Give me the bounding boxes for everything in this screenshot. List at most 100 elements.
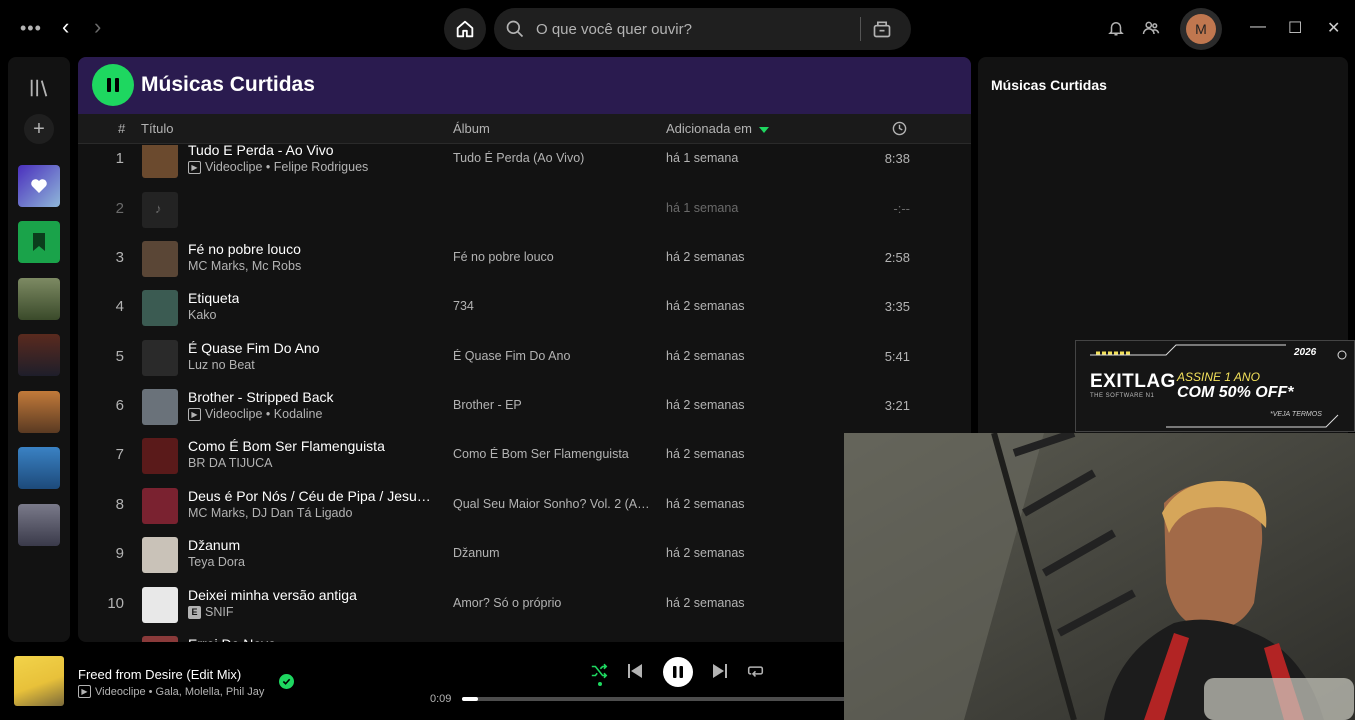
- library-item-playlist-brasil[interactable]: [18, 278, 60, 320]
- track-number: 6: [115, 397, 124, 414]
- pause-icon: [673, 666, 683, 678]
- track-artists-text[interactable]: SNIF: [205, 605, 233, 619]
- track-artists: Luz no Beat: [188, 358, 255, 372]
- create-playlist-button[interactable]: +: [24, 114, 54, 144]
- search-bar[interactable]: [494, 8, 911, 50]
- repeat-icon[interactable]: [747, 662, 764, 684]
- track-cover: [142, 537, 178, 573]
- table-row[interactable]: 3 Fé no pobre louco MC Marks, Mc Robs Fé no…: [78, 234, 971, 283]
- track-title[interactable]: É Quase Fim Do Ano: [188, 340, 320, 356]
- library-item-playlist-7[interactable]: [18, 504, 60, 546]
- col-album[interactable]: Álbum: [453, 121, 490, 136]
- profile-button[interactable]: M: [1180, 8, 1222, 50]
- home-button[interactable]: [444, 8, 486, 50]
- friends-activity-icon[interactable]: [1142, 19, 1160, 42]
- track-album[interactable]: Qual Seu Maior Sonho? Vol. 2 (Ao Vivo): [453, 497, 651, 511]
- videoclip-icon: ▶: [188, 407, 201, 421]
- next-icon[interactable]: [712, 662, 728, 685]
- track-added-date: há 2 semanas: [666, 299, 745, 313]
- saved-check-icon[interactable]: [279, 674, 294, 689]
- menu-dots-icon[interactable]: •••: [20, 18, 42, 39]
- minimize-button[interactable]: —: [1250, 18, 1266, 36]
- track-artists-text[interactable]: Videoclipe • Felipe Rodrigues: [205, 160, 368, 174]
- table-row[interactable]: 4 Etiqueta Kako 734 há 2 semanas 3:35: [78, 283, 971, 332]
- bell-icon[interactable]: [1107, 19, 1125, 42]
- track-added-date: há 2 semanas: [666, 250, 745, 264]
- track-album[interactable]: Tudo É Perda (Ao Vivo): [453, 151, 584, 165]
- track-list: 1 Tudo É Perda - Ao Vivo ▶ Videoclipe • Fel…: [78, 145, 971, 642]
- table-row[interactable]: 11Errei De NovoErrei De Novohá 2 semanas: [78, 629, 971, 642]
- track-cover: [142, 145, 178, 178]
- track-title[interactable]: Errei De Novo: [188, 636, 276, 642]
- track-duration: 8:38: [884, 151, 910, 166]
- library-item-playlist-top50[interactable]: [18, 447, 60, 489]
- search-input[interactable]: [536, 20, 856, 38]
- track-title[interactable]: Deixei minha versão antiga: [188, 587, 357, 603]
- track-added-date: há 1 semana: [666, 151, 739, 165]
- col-title[interactable]: Título: [141, 121, 174, 136]
- player-pause-button[interactable]: [663, 657, 693, 687]
- music-note-icon: ♪: [155, 201, 162, 216]
- back-button[interactable]: ‹: [62, 14, 69, 40]
- track-added-date: há 2 semanas: [666, 447, 745, 461]
- track-cover: [142, 340, 178, 376]
- ad-banner[interactable]: 2026 EXITLAG THE SOFTWARE N1 ASSINE 1 AN…: [1075, 340, 1355, 432]
- track-title[interactable]: Deus é Por Nós / Céu de Pipa / Jesus Cho…: [188, 488, 433, 504]
- table-row[interactable]: 7 Como É Bom Ser Flamenguista BR DA TIJUCA…: [78, 431, 971, 480]
- ad-offer: COM 50% OFF*: [1177, 384, 1294, 401]
- now-playing-artists-text[interactable]: Videoclipe • Gala, Molella, Phil Jay: [95, 686, 264, 698]
- now-playing-title[interactable]: Freed from Desire (Edit Mix): [78, 667, 241, 682]
- track-artists-text[interactable]: Videoclipe • Kodaline: [205, 407, 322, 421]
- track-artists-text[interactable]: Kako: [188, 308, 217, 322]
- track-title[interactable]: Como É Bom Ser Flamenguista: [188, 438, 385, 454]
- maximize-button[interactable]: ☐: [1288, 18, 1302, 38]
- play-pause-button[interactable]: [92, 64, 134, 106]
- previous-icon[interactable]: [627, 662, 643, 685]
- now-playing-cover[interactable]: [14, 656, 64, 706]
- forward-button[interactable]: ›: [94, 14, 101, 40]
- library-item-playlist-pista[interactable]: [18, 391, 60, 433]
- track-title[interactable]: Tudo É Perda - Ao Vivo: [188, 145, 334, 158]
- track-artists-text[interactable]: MC Marks, DJ Dan Tá Ligado: [188, 506, 352, 520]
- track-added-date: há 1 semana: [666, 201, 739, 215]
- table-row[interactable]: 8 Deus é Por Nós / Céu de Pipa / Jesus Ch…: [78, 481, 971, 530]
- track-album[interactable]: 734: [453, 299, 474, 313]
- ad-logo: EXITLAG: [1090, 371, 1176, 392]
- col-added[interactable]: Adicionada em: [666, 121, 752, 136]
- library-icon[interactable]: [26, 75, 52, 101]
- track-added-date: há 2 semanas: [666, 596, 745, 610]
- track-title[interactable]: Etiqueta: [188, 290, 239, 306]
- ad-terms: *VEJA TERMOS: [1270, 411, 1322, 418]
- track-artists-text[interactable]: BR DA TIJUCA: [188, 456, 273, 470]
- table-row[interactable]: 5 É Quase Fim Do Ano Luz no Beat É Quase Fi…: [78, 333, 971, 382]
- table-row[interactable]: 9 Džanum Teya Dora Džanum há 2 semanas: [78, 530, 971, 579]
- track-title[interactable]: Fé no pobre louco: [188, 241, 301, 257]
- track-cover: [142, 241, 178, 277]
- table-row[interactable]: 1 Tudo É Perda - Ao Vivo ▶ Videoclipe • Fel…: [78, 145, 971, 184]
- track-album[interactable]: Amor? Só o próprio: [453, 596, 561, 610]
- track-title[interactable]: Brother - Stripped Back: [188, 389, 334, 405]
- table-row[interactable]: 2 ♪ há 1 semana -:--: [78, 185, 971, 234]
- track-artists-text[interactable]: Luz no Beat: [188, 358, 255, 372]
- track-album[interactable]: Como É Bom Ser Flamenguista: [453, 447, 629, 461]
- library-item-playlist-2[interactable]: [18, 334, 60, 376]
- track-album[interactable]: Brother - EP: [453, 398, 522, 412]
- browse-icon[interactable]: [871, 18, 893, 40]
- table-row[interactable]: 6 Brother - Stripped Back ▶ Videoclipe • Ko…: [78, 382, 971, 431]
- close-button[interactable]: ✕: [1327, 18, 1340, 38]
- track-artists-text[interactable]: Teya Dora: [188, 555, 245, 569]
- track-cover: [142, 438, 178, 474]
- library-item-saved-episodes[interactable]: [18, 221, 60, 263]
- track-album[interactable]: É Quase Fim Do Ano: [453, 349, 570, 363]
- track-added-date: há 2 semanas: [666, 546, 745, 560]
- table-row[interactable]: 10 Deixei minha versão antiga E SNIF Amor? S…: [78, 580, 971, 629]
- top-bar: ••• ‹ › M — ☐ ✕: [0, 0, 1355, 56]
- track-artists-text[interactable]: MC Marks, Mc Robs: [188, 259, 301, 273]
- track-album[interactable]: Fé no pobre louco: [453, 250, 554, 264]
- track-added-date: há 2 semanas: [666, 398, 745, 412]
- track-album[interactable]: Džanum: [453, 546, 500, 560]
- progress-bar[interactable]: [462, 697, 862, 701]
- track-title[interactable]: Džanum: [188, 537, 240, 553]
- library-item-liked-songs[interactable]: [18, 165, 60, 207]
- sort-desc-icon: [758, 123, 770, 138]
